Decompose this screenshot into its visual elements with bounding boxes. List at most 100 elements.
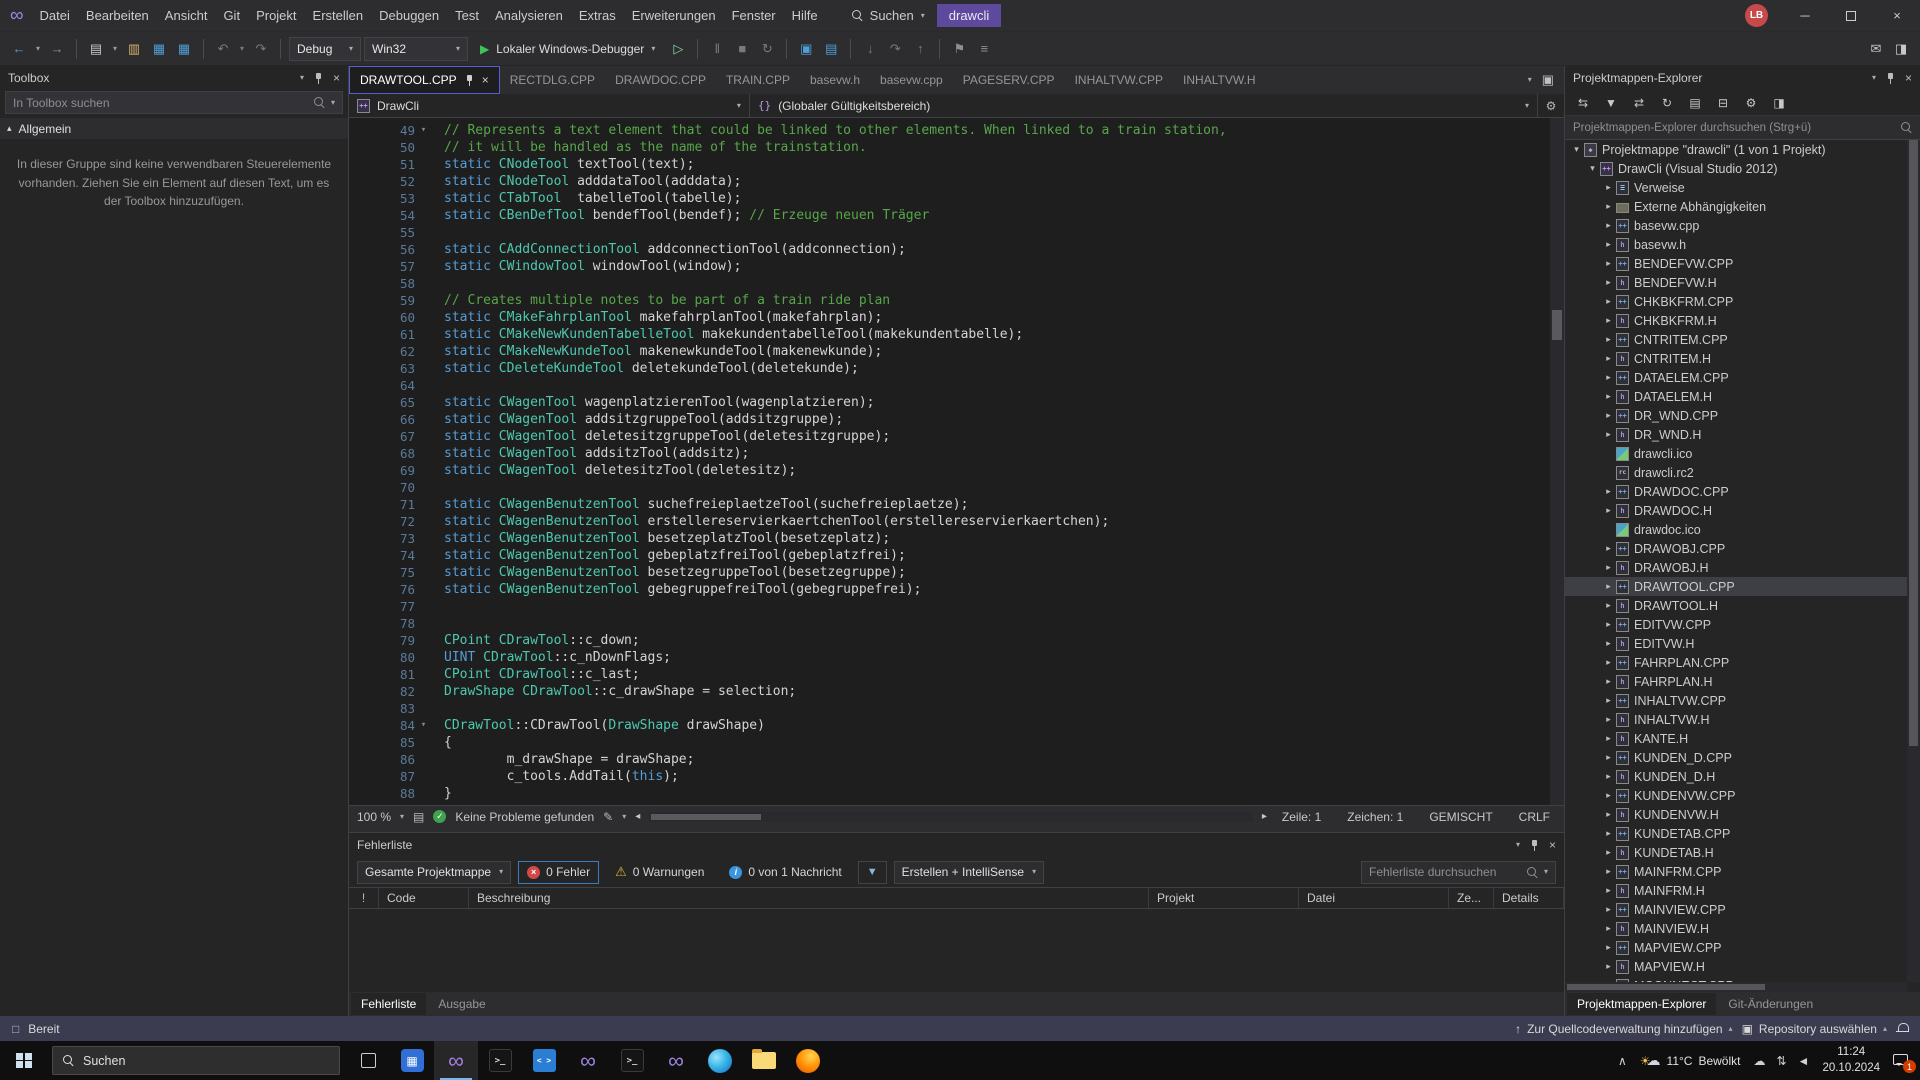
- tree-item-cntritem-h[interactable]: ▸ h CNTRITEM.H: [1565, 349, 1907, 368]
- code-line[interactable]: 83: [349, 700, 1550, 717]
- window-position-icon[interactable]: ▾: [1516, 841, 1520, 849]
- tree-item-mainview-cpp[interactable]: ▸ ++ MAINVIEW.CPP: [1565, 900, 1907, 919]
- tab-train-cpp[interactable]: TRAIN.CPP: [716, 66, 800, 94]
- menu-ansicht[interactable]: Ansicht: [157, 3, 216, 28]
- chevron-collapsed-icon[interactable]: ▸: [1601, 733, 1616, 744]
- solution-configurations-dropdown[interactable]: Debug ▾: [289, 36, 361, 61]
- maximize-button[interactable]: [1828, 0, 1874, 32]
- error-list-search-input[interactable]: Fehlerliste durchsuchen ▾: [1361, 860, 1556, 884]
- tree-item-kante-h[interactable]: ▸ h KANTE.H: [1565, 729, 1907, 748]
- chevron-collapsed-icon[interactable]: ▸: [1601, 676, 1616, 687]
- start-button[interactable]: [2, 1041, 46, 1080]
- document-health-icon[interactable]: ▤: [413, 810, 424, 824]
- tab-basevw-cpp[interactable]: basevw.cpp: [870, 66, 953, 94]
- bookmark-window-icon[interactable]: ≡: [973, 37, 995, 61]
- chevron-collapsed-icon[interactable]: ▸: [1601, 277, 1616, 288]
- step-out-icon[interactable]: ↑: [909, 37, 931, 61]
- navigate-backward-icon[interactable]: ←: [8, 37, 30, 61]
- column-header-datei[interactable]: Datei: [1299, 888, 1449, 908]
- taskbar-app-microsoft-edge[interactable]: [698, 1041, 742, 1080]
- chevron-collapsed-icon[interactable]: ▸: [1601, 752, 1616, 763]
- code-line[interactable]: 54 static CBenDefTool bendefTool(bendef);…: [349, 207, 1550, 224]
- taskbar-app-visual-studio-2022[interactable]: ∞: [566, 1041, 610, 1080]
- tree-item-editvw-cpp[interactable]: ▸ ++ EDITVW.CPP: [1565, 615, 1907, 634]
- volume-icon[interactable]: ◄: [1798, 1054, 1810, 1068]
- tree-item-dr-wnd-cpp[interactable]: ▸ ++ DR_WND.CPP: [1565, 406, 1907, 425]
- chevron-collapsed-icon[interactable]: ▸: [1601, 942, 1616, 953]
- chevron-collapsed-icon[interactable]: ▸: [1601, 619, 1616, 630]
- tab-inhaltvw-cpp[interactable]: INHALTVW.CPP: [1065, 66, 1173, 94]
- toolbox-search-input[interactable]: In Toolbox suchen ▾: [5, 91, 343, 114]
- network-icon[interactable]: ⇅: [1776, 1054, 1786, 1068]
- tab-ausgabe[interactable]: Ausgabe: [428, 993, 495, 1015]
- tree-item-drawtool-cpp[interactable]: ▸ ++ DRAWTOOL.CPP: [1565, 577, 1907, 596]
- scrollbar-thumb[interactable]: [1567, 984, 1766, 990]
- tree-item-dataelem-h[interactable]: ▸ h DATAELEM.H: [1565, 387, 1907, 406]
- open-file-icon[interactable]: ▥: [123, 37, 145, 61]
- tree-item-drawobj-cpp[interactable]: ▸ ++ DRAWOBJ.CPP: [1565, 539, 1907, 558]
- column-header-beschreibung[interactable]: Beschreibung: [469, 888, 1149, 908]
- tree-item-mapview-h[interactable]: ▸ h MAPVIEW.H: [1565, 957, 1907, 976]
- tab-basevw-h[interactable]: basevw.h: [800, 66, 870, 94]
- send-feedback-icon[interactable]: ✉: [1865, 37, 1887, 61]
- chevron-collapsed-icon[interactable]: ▸: [1601, 239, 1616, 250]
- scope-filter-dropdown[interactable]: Gesamte Projektmappe ▾: [357, 860, 512, 884]
- chevron-collapsed-icon[interactable]: ▸: [1601, 581, 1616, 592]
- menu-erweiterungen[interactable]: Erweiterungen: [624, 3, 724, 28]
- chevron-collapsed-icon[interactable]: ▸: [1601, 866, 1616, 877]
- tree-item-cntritem-cpp[interactable]: ▸ ++ CNTRITEM.CPP: [1565, 330, 1907, 349]
- chevron-collapsed-icon[interactable]: ▸: [1601, 600, 1616, 611]
- redo-icon[interactable]: ↷: [250, 37, 272, 61]
- taskbar-app-visual-studio-code[interactable]: < >: [522, 1041, 566, 1080]
- tree-item-kundetab-cpp[interactable]: ▸ ++ KUNDETAB.CPP: [1565, 824, 1907, 843]
- chevron-collapsed-icon[interactable]: ▸: [1601, 429, 1616, 440]
- menu-debuggen[interactable]: Debuggen: [371, 3, 447, 28]
- chevron-collapsed-icon[interactable]: ▸: [1601, 182, 1616, 193]
- taskbar-clock[interactable]: 11:24 20.10.2024: [1822, 1045, 1880, 1076]
- tree-item-mainfrm-h[interactable]: ▸ h MAINFRM.H: [1565, 881, 1907, 900]
- nav-project-dropdown[interactable]: ++ DrawCli ▾: [349, 94, 750, 117]
- chevron-collapsed-icon[interactable]: ▸: [1601, 486, 1616, 497]
- menu-projekt[interactable]: Projekt: [248, 3, 304, 28]
- chevron-collapsed-icon[interactable]: ▸: [1601, 562, 1616, 573]
- column-indicator[interactable]: Zeichen: 1: [1347, 810, 1403, 824]
- chevron-collapsed-icon[interactable]: ▸: [1601, 353, 1616, 364]
- tree-item-inhaltvw-h[interactable]: ▸ h INHALTVW.H: [1565, 710, 1907, 729]
- hidden-icons-chevron[interactable]: ∧: [1618, 1054, 1627, 1068]
- window-layout-icon[interactable]: ◨: [1890, 37, 1912, 61]
- editor-vertical-scrollbar[interactable]: [1550, 118, 1564, 805]
- code-line[interactable]: 78: [349, 615, 1550, 632]
- chevron-collapsed-icon[interactable]: ▸: [1601, 296, 1616, 307]
- step-over-icon[interactable]: ↷: [884, 37, 906, 61]
- undo-icon[interactable]: ↶: [212, 37, 234, 61]
- menu-datei[interactable]: Datei: [32, 3, 78, 28]
- code-line[interactable]: 70: [349, 479, 1550, 496]
- problems-status-label[interactable]: Keine Probleme gefunden: [455, 810, 594, 824]
- chevron-collapsed-icon[interactable]: ▸: [1601, 505, 1616, 516]
- chevron-collapsed-icon[interactable]: ▸: [1601, 638, 1616, 649]
- solution-platforms-dropdown[interactable]: Win32 ▾: [364, 36, 468, 61]
- chevron-expanded-icon[interactable]: ▾: [1569, 144, 1584, 155]
- chevron-collapsed-icon[interactable]: ▸: [1601, 334, 1616, 345]
- code-line[interactable]: 57 static CWindowTool windowTool(window);: [349, 258, 1550, 275]
- step-into-icon[interactable]: ↓: [859, 37, 881, 61]
- tree-item-dr-wnd-h[interactable]: ▸ h DR_WND.H: [1565, 425, 1907, 444]
- code-line[interactable]: 84 ▾ CDrawTool::CDrawTool(DrawShape drawSh…: [349, 717, 1550, 734]
- tree-item-drawdoc-ico[interactable]: drawdoc.ico: [1565, 520, 1907, 539]
- tree-item-bendefvw-h[interactable]: ▸ h BENDEFVW.H: [1565, 273, 1907, 292]
- code-line[interactable]: 69 static CWagenTool deletesitzTool(delet…: [349, 462, 1550, 479]
- chevron-collapsed-icon[interactable]: ▸: [1601, 201, 1616, 212]
- close-button[interactable]: ×: [1874, 0, 1920, 32]
- tree-item-mainfrm-cpp[interactable]: ▸ ++ MAINFRM.CPP: [1565, 862, 1907, 881]
- build-intellisense-dropdown[interactable]: Erstellen + IntelliSense ▾: [893, 860, 1045, 884]
- toolbox-group-allgemein[interactable]: ▴ Allgemein: [0, 118, 348, 139]
- chevron-collapsed-icon[interactable]: ▸: [1601, 657, 1616, 668]
- taskbar-app-firefox[interactable]: [786, 1041, 830, 1080]
- close-tab-icon[interactable]: ×: [482, 73, 489, 87]
- tree-item-drawcli-visual-studio-2012[interactable]: ▾ ++ DrawCli (Visual Studio 2012): [1565, 159, 1907, 178]
- tab-inhaltvw-h[interactable]: INHALTVW.H: [1173, 66, 1265, 94]
- chevron-collapsed-icon[interactable]: ▸: [1601, 258, 1616, 269]
- messages-filter-button[interactable]: i 0 von 1 Nachricht: [720, 861, 850, 884]
- code-cleanup-icon[interactable]: ✎: [603, 810, 613, 824]
- tab-drawdoc-cpp[interactable]: DRAWDOC.CPP: [605, 66, 716, 94]
